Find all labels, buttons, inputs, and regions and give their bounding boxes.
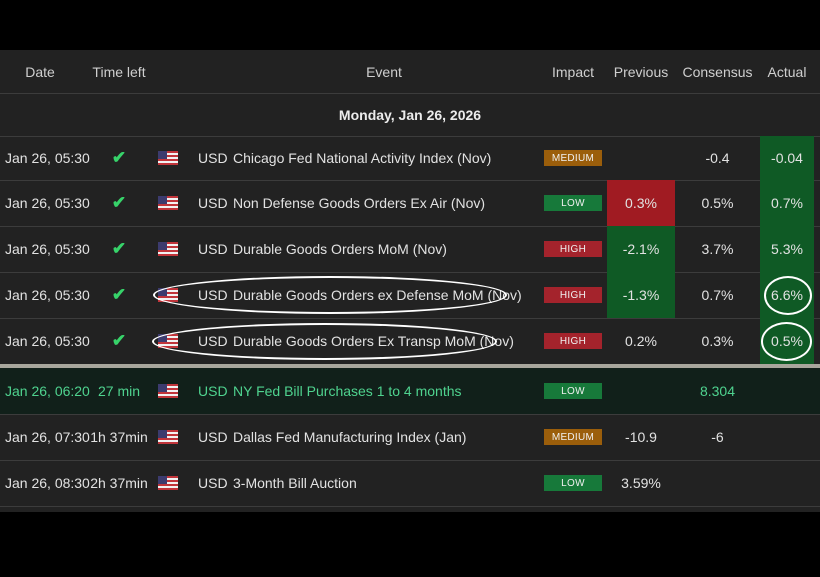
us-flag-icon (158, 151, 178, 165)
impact-badge: HIGH (544, 241, 602, 257)
row-time-left: 2h 37min (90, 475, 148, 491)
row-currency: USD (198, 150, 228, 166)
row-previous: -10.9 (625, 429, 657, 445)
column-time-left[interactable]: Time left (80, 50, 158, 93)
impact-badge: MEDIUM (544, 150, 602, 166)
row-time-left: 27 min (97, 383, 141, 399)
column-consensus[interactable]: Consensus (675, 50, 760, 93)
row-previous (607, 136, 675, 180)
row-actual: 0.7% (760, 180, 814, 226)
row-consensus: 0.3% (701, 333, 734, 349)
row-event[interactable]: Chicago Fed National Activity Index (Nov… (233, 136, 533, 180)
row-currency: USD (198, 475, 228, 491)
row-previous: 3.59% (621, 475, 661, 491)
row-actual (760, 460, 814, 506)
us-flag-icon (158, 430, 178, 444)
row-previous: 0.2% (625, 333, 657, 349)
row-actual (760, 368, 814, 414)
impact-badge: LOW (544, 195, 602, 211)
row-currency: USD (198, 241, 228, 257)
row-date: Jan 26, 08:30 (5, 475, 90, 491)
date-group-header: Monday, Jan 26, 2026 (0, 93, 820, 137)
check-icon: ✔ (111, 193, 127, 212)
row-event[interactable]: NY Fed Bill Purchases 1 to 4 months (233, 368, 533, 414)
row-event[interactable]: Durable Goods Orders MoM (Nov) (233, 226, 533, 272)
check-icon: ✔ (111, 285, 127, 304)
row-event[interactable]: 3-Month Bill Auction (233, 460, 533, 506)
column-previous[interactable]: Previous (607, 50, 675, 93)
row-actual (760, 414, 814, 460)
annotation-oval-event (153, 276, 507, 314)
row-consensus: -0.4 (705, 150, 730, 166)
row-date: Jan 26, 05:30 (5, 287, 90, 303)
impact-badge: HIGH (544, 333, 602, 349)
row-previous (607, 368, 675, 414)
row-date: Jan 26, 05:30 (5, 150, 90, 166)
annotation-oval-actual (761, 322, 812, 361)
us-flag-icon (158, 242, 178, 256)
table-row[interactable]: Jan 26, 08:30 2h 37min USD 3-Month Bill … (0, 460, 820, 507)
impact-badge: LOW (544, 383, 602, 399)
row-previous: 0.3% (607, 180, 675, 226)
row-consensus: 8.304 (699, 383, 736, 399)
row-event[interactable]: Dallas Fed Manufacturing Index (Jan) (233, 414, 533, 460)
row-consensus: -6 (711, 429, 724, 445)
check-icon: ✔ (111, 331, 127, 350)
annotation-oval-event (152, 323, 497, 360)
row-actual: -0.04 (760, 136, 814, 180)
table-row[interactable]: Jan 26, 05:30 ✔ USD Non Defense Goods Or… (0, 180, 820, 227)
row-date: Jan 26, 05:30 (5, 195, 90, 211)
row-previous: -1.3% (607, 272, 675, 318)
table-row[interactable]: Jan 26, 05:30 ✔ USD Durable Goods Orders… (0, 226, 820, 273)
column-header-row: Date Time left Event Impact Previous Con… (0, 50, 820, 94)
check-icon: ✔ (111, 148, 127, 167)
us-flag-icon (158, 384, 178, 398)
row-time-left: 1h 37min (90, 429, 148, 445)
row-currency: USD (198, 383, 228, 399)
column-date[interactable]: Date (0, 50, 80, 93)
impact-badge: LOW (544, 475, 602, 491)
impact-badge: HIGH (544, 287, 602, 303)
table-row[interactable]: Jan 26, 05:30 ✔ USD Chicago Fed National… (0, 136, 820, 181)
row-event[interactable]: Non Defense Goods Orders Ex Air (Nov) (233, 180, 533, 226)
table-row[interactable]: Jan 26, 07:30 1h 37min USD Dallas Fed Ma… (0, 414, 820, 461)
row-actual: 5.3% (760, 226, 814, 272)
row-currency: USD (198, 429, 228, 445)
table-row[interactable]: Jan 26, 06:20 27 min USD NY Fed Bill Pur… (0, 368, 820, 415)
economic-calendar: Date Time left Event Impact Previous Con… (0, 50, 820, 512)
row-currency: USD (198, 195, 228, 211)
impact-badge: MEDIUM (544, 429, 602, 445)
annotation-oval-actual (764, 276, 812, 315)
check-icon: ✔ (111, 239, 127, 258)
column-event[interactable]: Event (228, 50, 540, 93)
row-previous: -2.1% (607, 226, 675, 272)
row-date: Jan 26, 05:30 (5, 241, 90, 257)
column-impact[interactable]: Impact (543, 50, 603, 93)
row-consensus (675, 460, 760, 506)
column-actual[interactable]: Actual (760, 50, 814, 93)
row-date: Jan 26, 05:30 (5, 333, 90, 349)
row-date: Jan 26, 06:20 (5, 383, 90, 399)
us-flag-icon (158, 196, 178, 210)
row-date: Jan 26, 07:30 (5, 429, 90, 445)
row-consensus: 0.7% (701, 287, 734, 303)
row-consensus: 0.5% (701, 195, 734, 211)
row-consensus: 3.7% (701, 241, 734, 257)
us-flag-icon (158, 476, 178, 490)
date-group-label: Monday, Jan 26, 2026 (338, 106, 482, 123)
